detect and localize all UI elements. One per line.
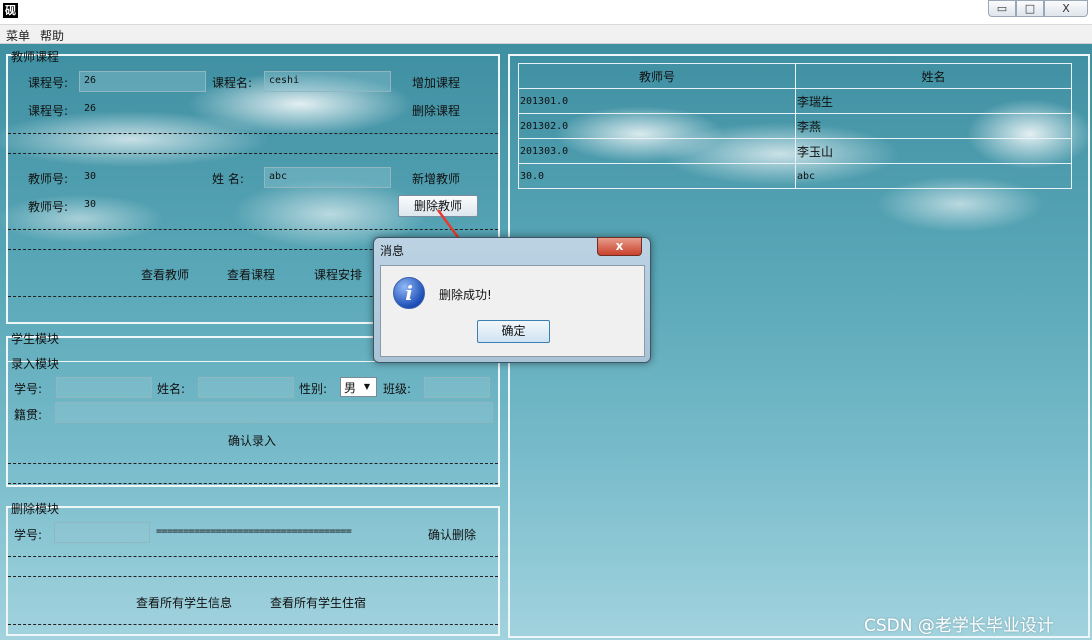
student-module-title: 学生模块 bbox=[11, 332, 60, 346]
view-courses-button[interactable]: 查看课程 bbox=[227, 266, 275, 283]
teacher-course-title: 教师课程 bbox=[11, 50, 60, 64]
divider bbox=[8, 556, 498, 557]
cell-name[interactable]: 李玉山 bbox=[795, 138, 1072, 164]
menu-bar: 菜单 帮助 bbox=[0, 24, 1092, 44]
table-header-row: 教师号 姓名 bbox=[518, 63, 1072, 89]
course-no-input[interactable]: 26 bbox=[79, 71, 206, 92]
info-icon: i bbox=[393, 277, 425, 309]
divider bbox=[8, 576, 498, 577]
cell-name[interactable]: abc bbox=[795, 163, 1072, 189]
cell-name[interactable]: 李燕 bbox=[795, 113, 1072, 139]
dialog-message: 删除成功! bbox=[439, 288, 492, 302]
confirm-entry-button[interactable]: 确认录入 bbox=[228, 432, 276, 449]
course-name-label: 课程名: bbox=[212, 76, 253, 90]
table-row[interactable]: 201302.0 李燕 bbox=[518, 113, 1072, 139]
message-dialog: 消息 x i 删除成功! 确定 bbox=[373, 237, 651, 363]
divider bbox=[8, 153, 498, 154]
teacher-name-input[interactable]: abc bbox=[264, 167, 391, 188]
teacher-no-label: 教师号: bbox=[28, 172, 69, 186]
dialog-close-button[interactable]: x bbox=[597, 237, 642, 256]
table-row[interactable]: 30.0 abc bbox=[518, 163, 1072, 189]
course-schedule-button[interactable]: 课程安排 bbox=[314, 266, 362, 283]
view-teachers-button[interactable]: 查看教师 bbox=[141, 266, 189, 283]
teacher-table: 教师号 姓名 201301.0 李瑞生 201302.0 李燕 201303.0… bbox=[518, 63, 1072, 189]
divider bbox=[8, 483, 498, 484]
watermark: CSDN @老学长毕业设计 bbox=[864, 616, 1054, 636]
delete-module-title: 删除模块 bbox=[11, 502, 60, 516]
divider bbox=[8, 229, 498, 230]
student-no-label: 学号: bbox=[14, 382, 43, 396]
teacher-no-input[interactable]: 30 bbox=[79, 167, 206, 188]
view-all-dorm-button[interactable]: 查看所有学生住宿 bbox=[270, 594, 366, 611]
course-name-input[interactable]: ceshi bbox=[264, 71, 391, 92]
class-input[interactable] bbox=[424, 377, 490, 398]
dialog-title: 消息 bbox=[380, 244, 405, 258]
confirm-delete-button[interactable]: 确认删除 bbox=[428, 526, 476, 543]
delete-course-button[interactable]: 删除课程 bbox=[412, 102, 460, 119]
close-window-button[interactable]: X bbox=[1044, 0, 1088, 17]
title-bar: 砚 ▭ □ X bbox=[0, 0, 1092, 24]
add-course-button[interactable]: 增加课程 bbox=[412, 74, 460, 91]
delete-teacher-button[interactable]: 删除教师 bbox=[398, 195, 478, 217]
gender-label: 性别: bbox=[299, 382, 328, 396]
entry-module-title: 录入模块 bbox=[11, 357, 60, 371]
ok-button[interactable]: 确定 bbox=[477, 320, 550, 343]
native-place-input[interactable] bbox=[55, 402, 493, 423]
student-no-input[interactable] bbox=[56, 377, 152, 398]
table-row[interactable]: 201301.0 李瑞生 bbox=[518, 88, 1072, 114]
separator-text: ==================================== bbox=[156, 526, 352, 537]
gender-value: 男 bbox=[344, 381, 357, 395]
cell-teacher-no[interactable]: 30.0 bbox=[518, 163, 796, 189]
cell-teacher-no[interactable]: 201301.0 bbox=[518, 88, 796, 114]
menu-item-help[interactable]: 帮助 bbox=[40, 27, 64, 44]
app-icon: 砚 bbox=[3, 3, 18, 18]
close-icon: x bbox=[615, 239, 624, 253]
divider bbox=[8, 624, 498, 625]
gender-select[interactable]: 男 ▼ bbox=[340, 377, 377, 397]
divider bbox=[8, 133, 498, 134]
delete-student-no-input[interactable] bbox=[54, 522, 150, 543]
teacher-name-label: 姓 名: bbox=[212, 172, 244, 186]
student-name-input[interactable] bbox=[198, 377, 294, 398]
divider bbox=[8, 463, 498, 464]
teacher-no2-input[interactable]: 30 bbox=[79, 195, 206, 216]
native-place-label: 籍贯: bbox=[14, 408, 43, 422]
class-label: 班级: bbox=[383, 382, 412, 396]
cell-teacher-no[interactable]: 201302.0 bbox=[518, 113, 796, 139]
chevron-down-icon: ▼ bbox=[363, 382, 371, 391]
column-header-teacher-no[interactable]: 教师号 bbox=[518, 63, 796, 89]
course-no2-label: 课程号: bbox=[28, 104, 69, 118]
teacher-no2-label: 教师号: bbox=[28, 200, 69, 214]
delete-student-no-label: 学号: bbox=[14, 528, 43, 542]
view-all-students-button[interactable]: 查看所有学生信息 bbox=[136, 594, 232, 611]
dialog-body: i 删除成功! 确定 bbox=[380, 265, 645, 357]
minimize-button[interactable]: ▭ bbox=[988, 0, 1016, 17]
course-no-label: 课程号: bbox=[28, 76, 69, 90]
maximize-button[interactable]: □ bbox=[1016, 0, 1044, 17]
cell-teacher-no[interactable]: 201303.0 bbox=[518, 138, 796, 164]
menu-item-menu[interactable]: 菜单 bbox=[6, 27, 30, 44]
cell-name[interactable]: 李瑞生 bbox=[795, 88, 1072, 114]
column-header-name[interactable]: 姓名 bbox=[795, 63, 1072, 89]
add-teacher-button[interactable]: 新增教师 bbox=[412, 170, 460, 187]
course-no2-input[interactable]: 26 bbox=[79, 99, 206, 120]
student-name-label: 姓名: bbox=[157, 382, 186, 396]
table-row[interactable]: 201303.0 李玉山 bbox=[518, 138, 1072, 164]
